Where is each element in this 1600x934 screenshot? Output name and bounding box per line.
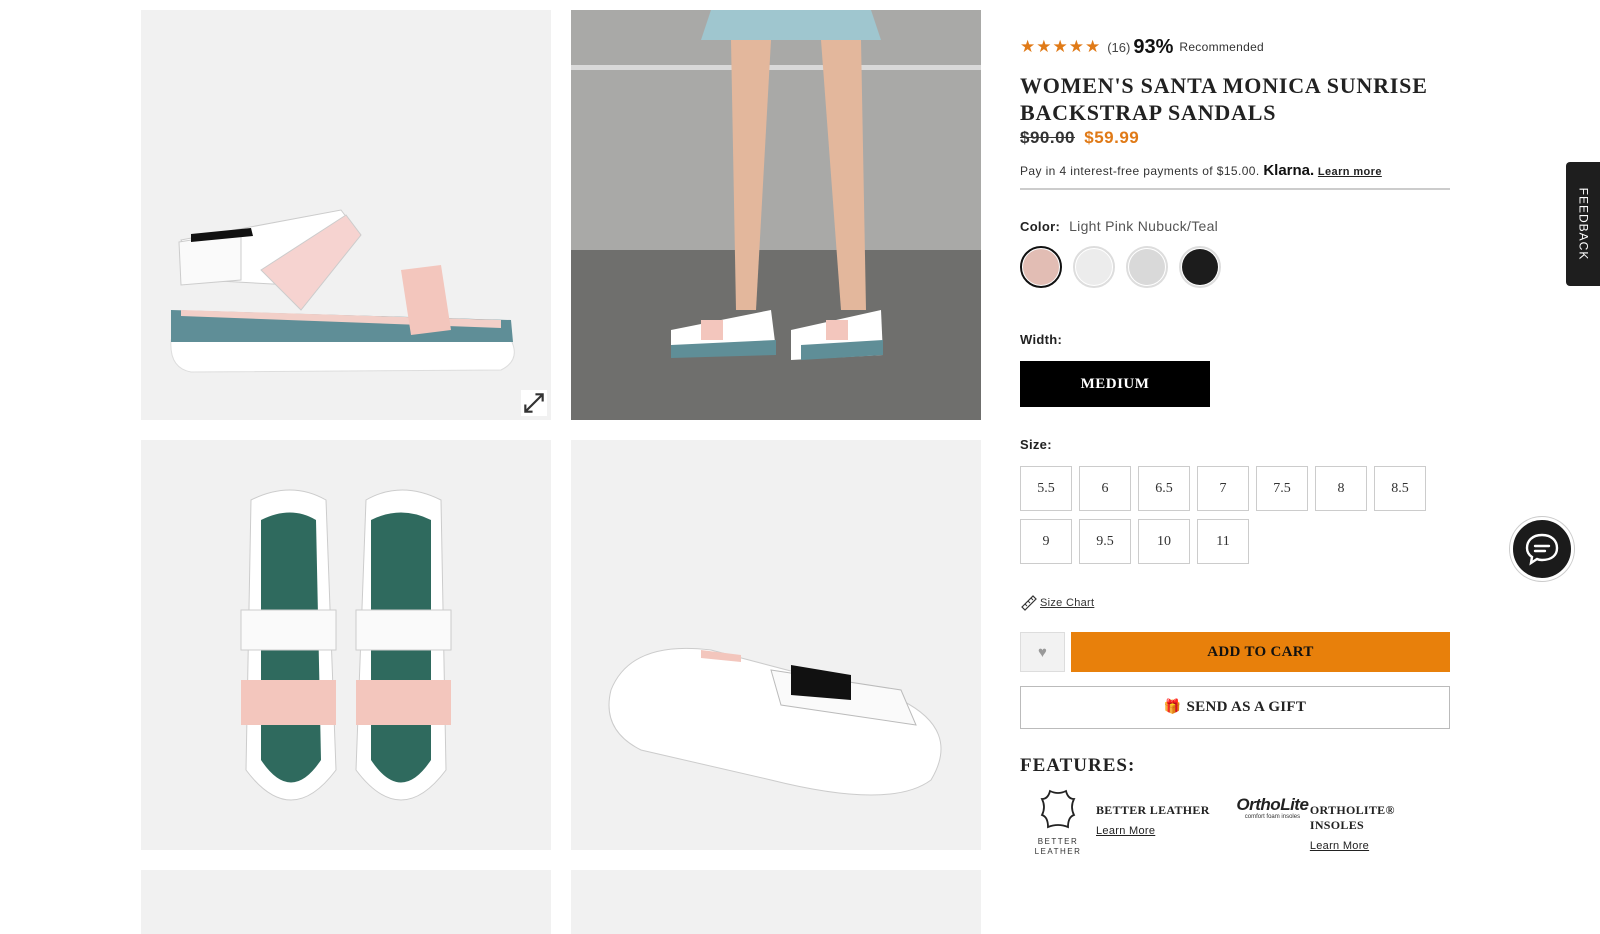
color-swatch-white[interactable]: [1073, 246, 1115, 288]
sandal-sole-image: [571, 440, 981, 850]
product-image-on-foot[interactable]: [571, 10, 981, 420]
klarna-learn-more-link[interactable]: Learn more: [1318, 166, 1382, 178]
cart-row: ♥ Add to Cart: [1020, 632, 1450, 672]
size-option[interactable]: 9.5: [1079, 519, 1131, 564]
better-leather-logo-caption: BETTER LEATHER: [1034, 837, 1082, 856]
sandal-top-image: [141, 440, 551, 850]
send-as-gift-label: Send as a Gift: [1186, 699, 1307, 715]
feature-name: Better Leather: [1096, 803, 1210, 817]
wishlist-button[interactable]: ♥: [1020, 632, 1065, 672]
review-count[interactable]: (16): [1107, 40, 1130, 55]
color-swatch-black[interactable]: [1179, 246, 1221, 288]
product-image-5[interactable]: [141, 870, 551, 934]
send-as-gift-button[interactable]: 🎁 Send as a Gift: [1020, 686, 1450, 729]
feature-name: OrthoLite® Insoles: [1309, 803, 1395, 832]
add-to-cart-button[interactable]: Add to Cart: [1071, 632, 1450, 672]
feature-better-leather: BETTER LEATHER Better Leather Learn More: [1020, 787, 1235, 863]
gift-icon: 🎁: [1163, 700, 1182, 715]
product-image-6[interactable]: [571, 870, 981, 934]
heart-icon: ♥: [1038, 643, 1047, 661]
leather-hide-icon: BETTER LEATHER: [1020, 787, 1096, 863]
feature-learn-more-link[interactable]: Learn More: [1096, 825, 1210, 837]
ortholite-logo-sub: comfort foam insoles: [1244, 814, 1301, 820]
feedback-tab[interactable]: FEEDBACK: [1566, 162, 1600, 286]
size-option[interactable]: 6: [1079, 466, 1131, 511]
product-image-top[interactable]: [141, 440, 551, 850]
size-option[interactable]: 10: [1138, 519, 1190, 564]
size-option[interactable]: 5.5: [1020, 466, 1072, 511]
width-option-medium[interactable]: Medium: [1020, 361, 1210, 407]
price-block: $90.00 $59.99: [1020, 128, 1450, 148]
ortholite-logo-text: OrthoLite: [1236, 795, 1309, 814]
size-option[interactable]: 9: [1020, 519, 1072, 564]
product-title: Women's Santa Monica Sunrise Backstrap S…: [1020, 73, 1428, 125]
chat-button[interactable]: [1510, 517, 1574, 581]
size-options: 5.5 6 6.5 7 7.5 8 8.5 9 9.5 10 11: [1020, 466, 1450, 572]
size-option[interactable]: 11: [1197, 519, 1249, 564]
size-option[interactable]: 8.5: [1374, 466, 1426, 511]
sandal-side-image: [141, 10, 551, 420]
color-row: Color: Light Pink Nubuck/Teal: [1020, 218, 1450, 234]
ruler-icon: [1021, 595, 1037, 611]
size-option[interactable]: 6.5: [1138, 466, 1190, 511]
klarna-message: Pay in 4 interest-free payments of $15.0…: [1020, 162, 1450, 190]
size-option[interactable]: 7: [1197, 466, 1249, 511]
size-chart-link[interactable]: Size Chart: [1020, 594, 1450, 612]
features-list: BETTER LEATHER Better Leather Learn More…: [1020, 787, 1450, 863]
klarna-logo: Klarna.: [1263, 162, 1315, 179]
size-chart-label: Size Chart: [1040, 597, 1095, 609]
color-value: Light Pink Nubuck/Teal: [1069, 218, 1219, 234]
rating-stars: ★★★★★: [1020, 37, 1102, 56]
rating-summary[interactable]: ★★★★★ (16) 93% Recommended: [1020, 36, 1450, 58]
chat-bubble-icon: [1525, 533, 1559, 566]
size-option[interactable]: 8: [1315, 466, 1367, 511]
model-legs-image: [571, 10, 981, 420]
ortholite-logo: OrthoLite comfort foam insoles: [1235, 787, 1310, 863]
expand-icon[interactable]: [521, 390, 547, 416]
klarna-text: Pay in 4 interest-free payments of $15.0…: [1020, 164, 1260, 178]
width-label: Width:: [1020, 332, 1063, 347]
product-image-side[interactable]: [141, 10, 551, 420]
color-swatches: [1020, 246, 1450, 288]
features-heading: Features:: [1020, 755, 1136, 776]
size-option[interactable]: 7.5: [1256, 466, 1308, 511]
feedback-label: FEEDBACK: [1576, 187, 1590, 261]
recommend-label: Recommended: [1179, 40, 1265, 54]
feature-learn-more-link[interactable]: Learn More: [1310, 840, 1450, 852]
color-swatch-light-grey[interactable]: [1126, 246, 1168, 288]
original-price: $90.00: [1020, 128, 1075, 147]
recommend-percent: 93%: [1133, 35, 1174, 58]
color-swatch-light-pink[interactable]: [1020, 246, 1062, 288]
color-label: Color:: [1020, 218, 1061, 234]
feature-ortholite: OrthoLite comfort foam insoles OrthoLite…: [1235, 787, 1450, 863]
product-info-panel: ★★★★★ (16) 93% Recommended Women's Santa…: [1020, 36, 1450, 863]
size-label: Size:: [1020, 437, 1052, 452]
sale-price: $59.99: [1084, 128, 1140, 147]
product-image-sole[interactable]: [571, 440, 981, 850]
